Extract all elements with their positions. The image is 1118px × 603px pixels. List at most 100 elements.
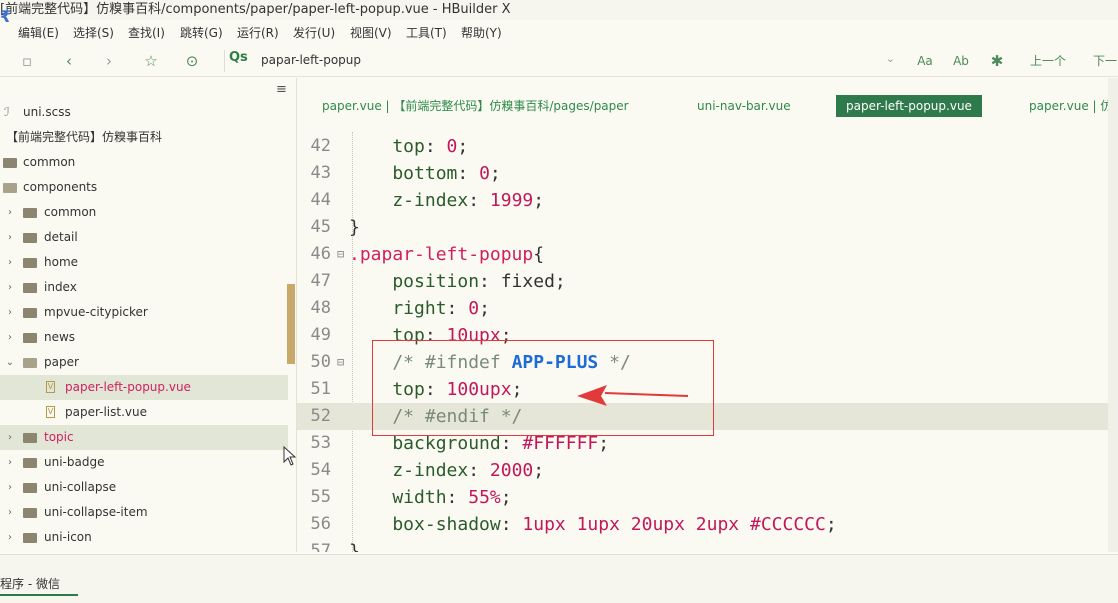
code-text: bottom: 0; (349, 163, 501, 184)
menu-publish[interactable]: 发行(U) (293, 22, 335, 44)
line-number: 42 (310, 136, 331, 156)
status-tab-label[interactable]: 程序 - 微信 (0, 575, 60, 592)
save-icon[interactable]: ▫ (16, 50, 38, 72)
tab-uni-nav-bar[interactable]: uni-nav-bar.vue (697, 95, 791, 117)
code-line[interactable]: 44 z-index: 1999; (297, 187, 1108, 214)
fold-icon[interactable]: ⊟ (337, 349, 344, 376)
menu-view[interactable]: 视图(V) (350, 22, 392, 44)
folder-icon (23, 533, 37, 543)
code-text: z-index: 2000; (349, 460, 545, 481)
tree-item-index[interactable]: › index (0, 275, 288, 300)
prev-button[interactable]: 上一个 (1026, 50, 1070, 72)
folder-icon (23, 458, 37, 468)
tree-item-paper[interactable]: ⌄ paper (0, 350, 288, 375)
line-number: 49 (310, 325, 331, 345)
star-icon[interactable]: ☆ (140, 50, 162, 72)
code-text: top: 0; (349, 136, 469, 157)
vue-file-icon: V (46, 406, 55, 418)
menu-edit[interactable]: 编辑(E) (18, 22, 59, 44)
tab-paper-vue[interactable]: paper.vue | 【前端完整代码】仿糗事百科/pages/paper (322, 95, 629, 117)
chevron-right-icon[interactable]: › (5, 500, 15, 525)
chevron-right-icon[interactable]: › (5, 475, 15, 500)
menu-select[interactable]: 选择(S) (73, 22, 114, 44)
search-input[interactable] (261, 53, 861, 67)
folder-icon (23, 283, 37, 293)
line-number: 53 (310, 433, 331, 453)
sidebar-scrollbar[interactable] (287, 284, 295, 364)
folder-icon (23, 508, 37, 518)
search-icon: Qs (229, 50, 248, 65)
chevron-right-icon[interactable]: › (5, 200, 15, 225)
code-line[interactable]: 46 ⊟ .papar-left-popup{ (297, 241, 1108, 268)
code-line[interactable]: 43 bottom: 0; (297, 160, 1108, 187)
tree-item-news[interactable]: › news (0, 325, 288, 350)
chevron-right-icon[interactable]: › (5, 300, 15, 325)
menu-goto[interactable]: 跳转(G) (180, 22, 223, 44)
fold-icon[interactable]: ⊟ (337, 241, 344, 268)
menu-help[interactable]: 帮助(Y) (461, 22, 502, 44)
tree-item-uni-collapse[interactable]: › uni-collapse (0, 475, 288, 500)
code-text: box-shadow: 1upx 1upx 20upx 2upx #CCCCCC… (349, 514, 837, 535)
tree-item-uni-collapse-item[interactable]: › uni-collapse-item (0, 500, 288, 525)
line-number: 43 (310, 163, 331, 183)
tree-item-components[interactable]: components (0, 175, 288, 200)
tree-item-home[interactable]: › home (0, 250, 288, 275)
annotation-arrow-icon (577, 385, 689, 406)
code-line[interactable]: 45} (297, 214, 1108, 241)
chevron-right-icon[interactable]: › (5, 275, 15, 300)
tree-item-paper-list[interactable]: V paper-list.vue (0, 400, 288, 425)
code-text: z-index: 1999; (349, 190, 545, 211)
whole-word-icon[interactable]: Ab (950, 50, 972, 72)
tree-item-common[interactable]: common (0, 150, 288, 175)
next-button[interactable]: 下一 (1090, 50, 1118, 72)
editor-scrollbar[interactable] (1108, 78, 1118, 552)
regex-icon[interactable]: ✱ (986, 50, 1008, 72)
menu-run[interactable]: 运行(R) (237, 22, 279, 44)
search-bar[interactable]: Qs ⌄ (224, 50, 905, 72)
chevron-right-icon[interactable]: › (5, 225, 15, 250)
match-case-button[interactable]: Aa (914, 50, 936, 72)
tree-item-components-common[interactable]: › common (0, 200, 288, 225)
tree-item-detail[interactable]: › detail (0, 225, 288, 250)
chevron-down-icon[interactable]: ⌄ (5, 350, 15, 375)
line-number: 55 (310, 487, 331, 507)
folder-icon (23, 208, 37, 218)
menu-tools[interactable]: 工具(T) (406, 22, 447, 44)
chevron-right-icon[interactable]: › (5, 250, 15, 275)
line-number: 50 (310, 352, 331, 372)
menu-icon[interactable]: ≡ (276, 82, 287, 97)
code-line[interactable]: 47 position: fixed; (297, 268, 1108, 295)
tree-item-uni-icon[interactable]: › uni-icon (0, 525, 288, 550)
tree-item-uni-badge[interactable]: › uni-badge (0, 450, 288, 475)
code-line[interactable]: 57} (297, 538, 1108, 552)
chevron-right-icon[interactable]: › (5, 425, 15, 450)
tree-item-mpvue-citypicker[interactable]: › mpvue-citypicker (0, 300, 288, 325)
tab-paper-left-popup[interactable]: paper-left-popup.vue (836, 95, 982, 117)
line-number: 45 (310, 217, 331, 237)
code-line[interactable]: 55 width: 55%; (297, 484, 1108, 511)
code-text: .papar-left-popup{ (349, 244, 545, 265)
folder-icon (23, 308, 37, 318)
code-line[interactable]: 56 box-shadow: 1upx 1upx 20upx 2upx #CCC… (297, 511, 1108, 538)
back-icon[interactable]: ‹ (58, 50, 80, 72)
forward-icon[interactable]: › (98, 50, 120, 72)
tree-item-project[interactable]: 【前端完整代码】仿糗事百科 (0, 125, 288, 150)
run-icon[interactable]: ⊙ (181, 50, 203, 72)
code-line[interactable]: 54 z-index: 2000; (297, 457, 1108, 484)
tree-item-paper-left-popup[interactable]: V paper-left-popup.vue (0, 375, 288, 400)
chevron-down-icon[interactable]: ⌄ (886, 52, 895, 65)
tab-paper-vue-2[interactable]: paper.vue | 仿 (1029, 95, 1112, 117)
code-text: } (349, 217, 360, 238)
menu-find[interactable]: 查找(I) (128, 22, 165, 44)
tree-item-topic[interactable]: › topic (0, 425, 288, 450)
code-text: position: fixed; (349, 271, 566, 292)
chevron-right-icon[interactable]: › (5, 525, 15, 550)
code-line[interactable]: 48 right: 0; (297, 295, 1108, 322)
chevron-right-icon[interactable]: › (5, 450, 15, 475)
code-line[interactable]: 42 top: 0; (297, 133, 1108, 160)
tree-item-uni-scss[interactable]: ℐ uni.scss (0, 100, 288, 125)
chevron-right-icon[interactable]: › (5, 325, 15, 350)
code-text: } (349, 541, 360, 552)
toolbar: ▫ ‹ › ☆ ⊙ Qs ⌄ Aa Ab ✱ 上一个 下一 (0, 46, 1118, 77)
folder-icon (3, 158, 17, 168)
